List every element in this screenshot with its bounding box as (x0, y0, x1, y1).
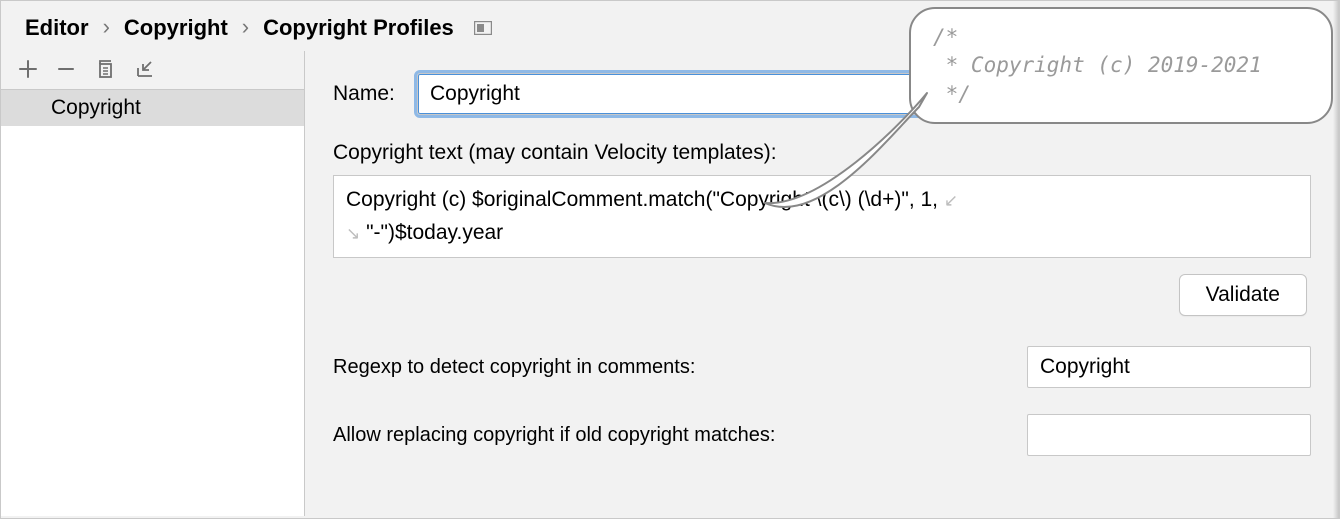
allow-replace-label: Allow replacing copyright if old copyrig… (333, 424, 1027, 447)
regexp-input[interactable] (1027, 346, 1311, 388)
breadcrumb-copyright[interactable]: Copyright (124, 15, 228, 41)
copyright-text-line: "-")$today.year (366, 221, 503, 244)
validate-button[interactable]: Validate (1179, 274, 1307, 316)
import-icon[interactable] (135, 59, 155, 79)
name-label: Name: (333, 82, 417, 106)
breadcrumb-copyright-profiles[interactable]: Copyright Profiles (263, 15, 454, 41)
profiles-sidebar: Copyright (1, 51, 305, 516)
add-icon[interactable] (19, 60, 37, 78)
preview-callout: /* * Copyright (c) 2019-2021 */ (909, 7, 1333, 124)
breadcrumb-separator: › (103, 14, 110, 40)
window-layout-icon[interactable] (474, 21, 492, 35)
profiles-list[interactable]: Copyright (1, 90, 304, 516)
breadcrumb-separator: › (242, 14, 249, 40)
list-item[interactable]: Copyright (1, 90, 304, 126)
regexp-label: Regexp to detect copyright in comments: (333, 356, 1027, 379)
remove-icon[interactable] (57, 60, 75, 78)
settings-panel: Editor › Copyright › Copyright Profiles (0, 0, 1340, 519)
soft-wrap-continue-icon: ↘ (346, 225, 360, 242)
allow-replace-input[interactable] (1027, 414, 1311, 456)
breadcrumb-editor[interactable]: Editor (25, 15, 89, 41)
sidebar-toolbar (1, 51, 304, 90)
copy-icon[interactable] (95, 59, 115, 79)
